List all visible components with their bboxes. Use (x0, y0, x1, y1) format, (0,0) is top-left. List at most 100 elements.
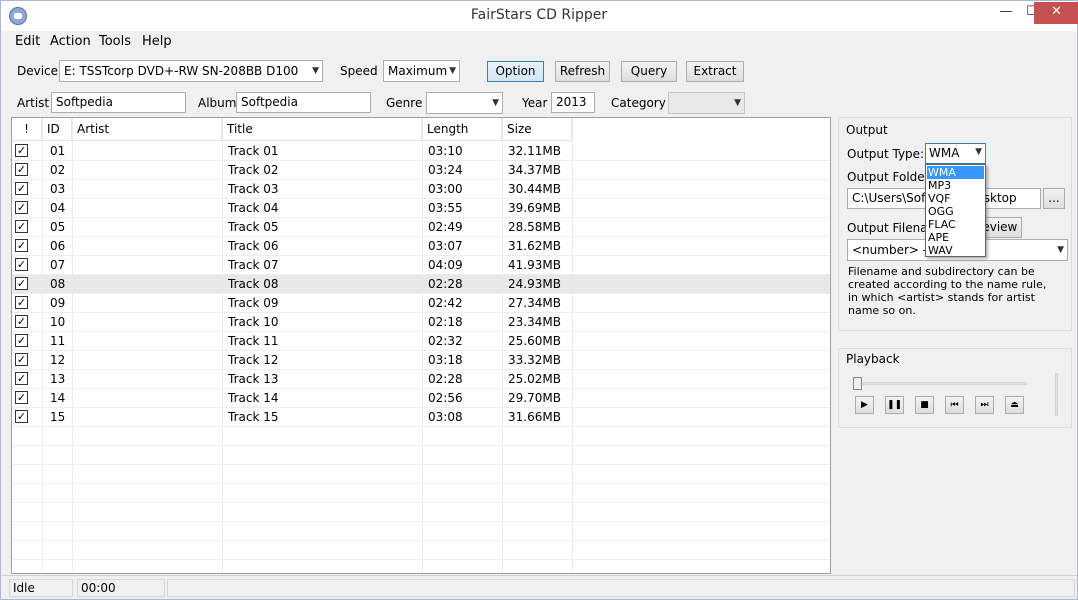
track-checkbox[interactable]: ✓ (15, 258, 28, 271)
query-button[interactable]: Query (621, 61, 677, 82)
track-checkbox[interactable]: ✓ (15, 391, 28, 404)
track-checkbox[interactable]: ✓ (15, 296, 28, 309)
table-row[interactable]: ✓ 07 Track 07 04:09 41.93MB (12, 256, 830, 275)
play-button[interactable]: ▶ (855, 396, 874, 414)
chevron-down-icon: ▼ (312, 66, 319, 76)
track-checkbox[interactable]: ✓ (15, 239, 28, 252)
track-checkbox[interactable]: ✓ (15, 220, 28, 233)
track-checkbox[interactable]: ✓ (15, 182, 28, 195)
table-row[interactable]: ✓ 13 Track 13 02:28 25.02MB (12, 370, 830, 389)
track-checkbox[interactable]: ✓ (15, 201, 28, 214)
browse-button[interactable]: ... (1043, 188, 1065, 209)
option-flac[interactable]: FLAC (927, 218, 984, 231)
cell-length: 02:56 (428, 391, 463, 405)
empty-row-line (12, 521, 830, 522)
next-button[interactable]: ⏭ (975, 396, 994, 414)
cell-size: 34.37MB (508, 163, 561, 177)
track-checkbox[interactable]: ✓ (15, 315, 28, 328)
cell-title: Track 10 (228, 315, 279, 329)
option-ogg[interactable]: OGG (927, 205, 984, 218)
cell-size: 29.70MB (508, 391, 561, 405)
option-button[interactable]: Option (487, 61, 544, 82)
header-length[interactable]: Length (422, 118, 502, 141)
speed-select[interactable]: Maximum ▼ (383, 60, 460, 82)
seek-slider-track[interactable] (853, 382, 1027, 385)
play-icon: ▶ (861, 400, 868, 410)
table-row[interactable]: ✓ 06 Track 06 03:07 31.62MB (12, 237, 830, 256)
header-size[interactable]: Size (502, 118, 572, 141)
cell-size: 30.44MB (508, 182, 561, 196)
option-wma[interactable]: WMA (927, 166, 984, 179)
pause-button[interactable]: ❚❚ (885, 396, 904, 414)
cell-length: 03:18 (428, 353, 463, 367)
empty-row-line (12, 445, 830, 446)
track-checkbox[interactable]: ✓ (15, 144, 28, 157)
track-checkbox[interactable]: ✓ (15, 277, 28, 290)
album-field[interactable]: Softpedia (236, 92, 371, 113)
volume-slider[interactable] (1055, 373, 1058, 416)
track-table[interactable]: ! ID Artist Title Length Size ✓ 01 Track 0… (11, 117, 831, 574)
header-title[interactable]: Title (222, 118, 422, 141)
window-title: FairStars CD Ripper (470, 7, 608, 23)
option-ape[interactable]: APE (927, 231, 984, 244)
table-row[interactable]: ✓ 09 Track 09 02:42 27.34MB (12, 294, 830, 313)
refresh-button[interactable]: Refresh (555, 61, 610, 82)
stop-icon: ■ (920, 400, 929, 410)
artist-field[interactable]: Softpedia (51, 92, 186, 113)
minimize-button[interactable]: — (993, 2, 1019, 24)
track-checkbox[interactable]: ✓ (15, 334, 28, 347)
cell-id: 03 (50, 182, 66, 196)
cell-id: 08 (50, 277, 66, 291)
option-wav[interactable]: WAV (927, 244, 984, 257)
extract-button[interactable]: Extract (686, 61, 744, 82)
year-field[interactable]: 2013 (551, 92, 595, 113)
output-type-label: Output Type: (847, 147, 925, 161)
cell-length: 03:24 (428, 163, 463, 177)
category-select[interactable]: ▼ (668, 92, 745, 114)
table-row[interactable]: ✓ 14 Track 14 02:56 29.70MB (12, 389, 830, 408)
table-row[interactable]: ✓ 15 Track 15 03:08 31.66MB (12, 408, 830, 427)
table-row[interactable]: ✓ 03 Track 03 03:00 30.44MB (12, 180, 830, 199)
table-row[interactable]: ✓ 02 Track 02 03:24 34.37MB (12, 161, 830, 180)
table-row[interactable]: ✓ 05 Track 05 02:49 28.58MB (12, 218, 830, 237)
chevron-down-icon: ▼ (1057, 245, 1064, 255)
previous-icon: ⏮ (950, 400, 959, 410)
cell-id: 09 (50, 296, 66, 310)
cell-size: 25.60MB (508, 334, 561, 348)
table-row[interactable]: ✓ 11 Track 11 02:32 25.60MB (12, 332, 830, 351)
track-checkbox[interactable]: ✓ (15, 163, 28, 176)
cell-title: Track 06 (228, 239, 279, 253)
table-row[interactable]: ✓ 01 Track 01 03:10 32.11MB (12, 142, 830, 161)
chevron-down-icon: ▼ (492, 98, 499, 108)
table-row[interactable]: ✓ 12 Track 12 03:18 33.32MB (12, 351, 830, 370)
table-row[interactable]: ✓ 10 Track 10 02:18 23.34MB (12, 313, 830, 332)
stop-button[interactable]: ■ (915, 396, 934, 414)
genre-select[interactable]: ▼ (426, 92, 503, 114)
cell-length: 02:32 (428, 334, 463, 348)
table-row[interactable]: ✓ 08 Track 08 02:28 24.93MB (12, 275, 830, 294)
eject-button[interactable]: ⏏ (1005, 396, 1024, 414)
output-type-select[interactable]: WMA ▼ (925, 143, 986, 164)
chevron-down-icon: ▼ (734, 98, 741, 108)
seek-slider-thumb[interactable] (853, 377, 862, 390)
track-checkbox[interactable]: ✓ (15, 353, 28, 366)
menu-action[interactable]: Action (50, 34, 91, 49)
header-id[interactable]: ID (42, 118, 72, 141)
option-mp3[interactable]: MP3 (927, 179, 984, 192)
device-select[interactable]: E: TSSTcorp DVD+-RW SN-208BB D100 ▼ (59, 60, 323, 82)
output-type-dropdown[interactable]: WMA MP3 VQF OGG FLAC APE WAV (925, 164, 986, 257)
menu-bar: Edit Action Tools Help (1, 31, 1077, 53)
option-vqf[interactable]: VQF (927, 192, 984, 205)
status-message (167, 579, 1075, 597)
menu-help[interactable]: Help (142, 34, 172, 49)
header-artist[interactable]: Artist (72, 118, 222, 141)
table-row[interactable]: ✓ 04 Track 04 03:55 39.69MB (12, 199, 830, 218)
close-button[interactable]: ✕ (1034, 2, 1078, 24)
track-checkbox[interactable]: ✓ (15, 372, 28, 385)
menu-tools[interactable]: Tools (99, 34, 131, 49)
header-check[interactable]: ! (12, 118, 42, 141)
menu-edit[interactable]: Edit (15, 34, 40, 49)
track-checkbox[interactable]: ✓ (15, 410, 28, 423)
previous-button[interactable]: ⏮ (945, 396, 964, 414)
cell-size: 32.11MB (508, 144, 561, 158)
